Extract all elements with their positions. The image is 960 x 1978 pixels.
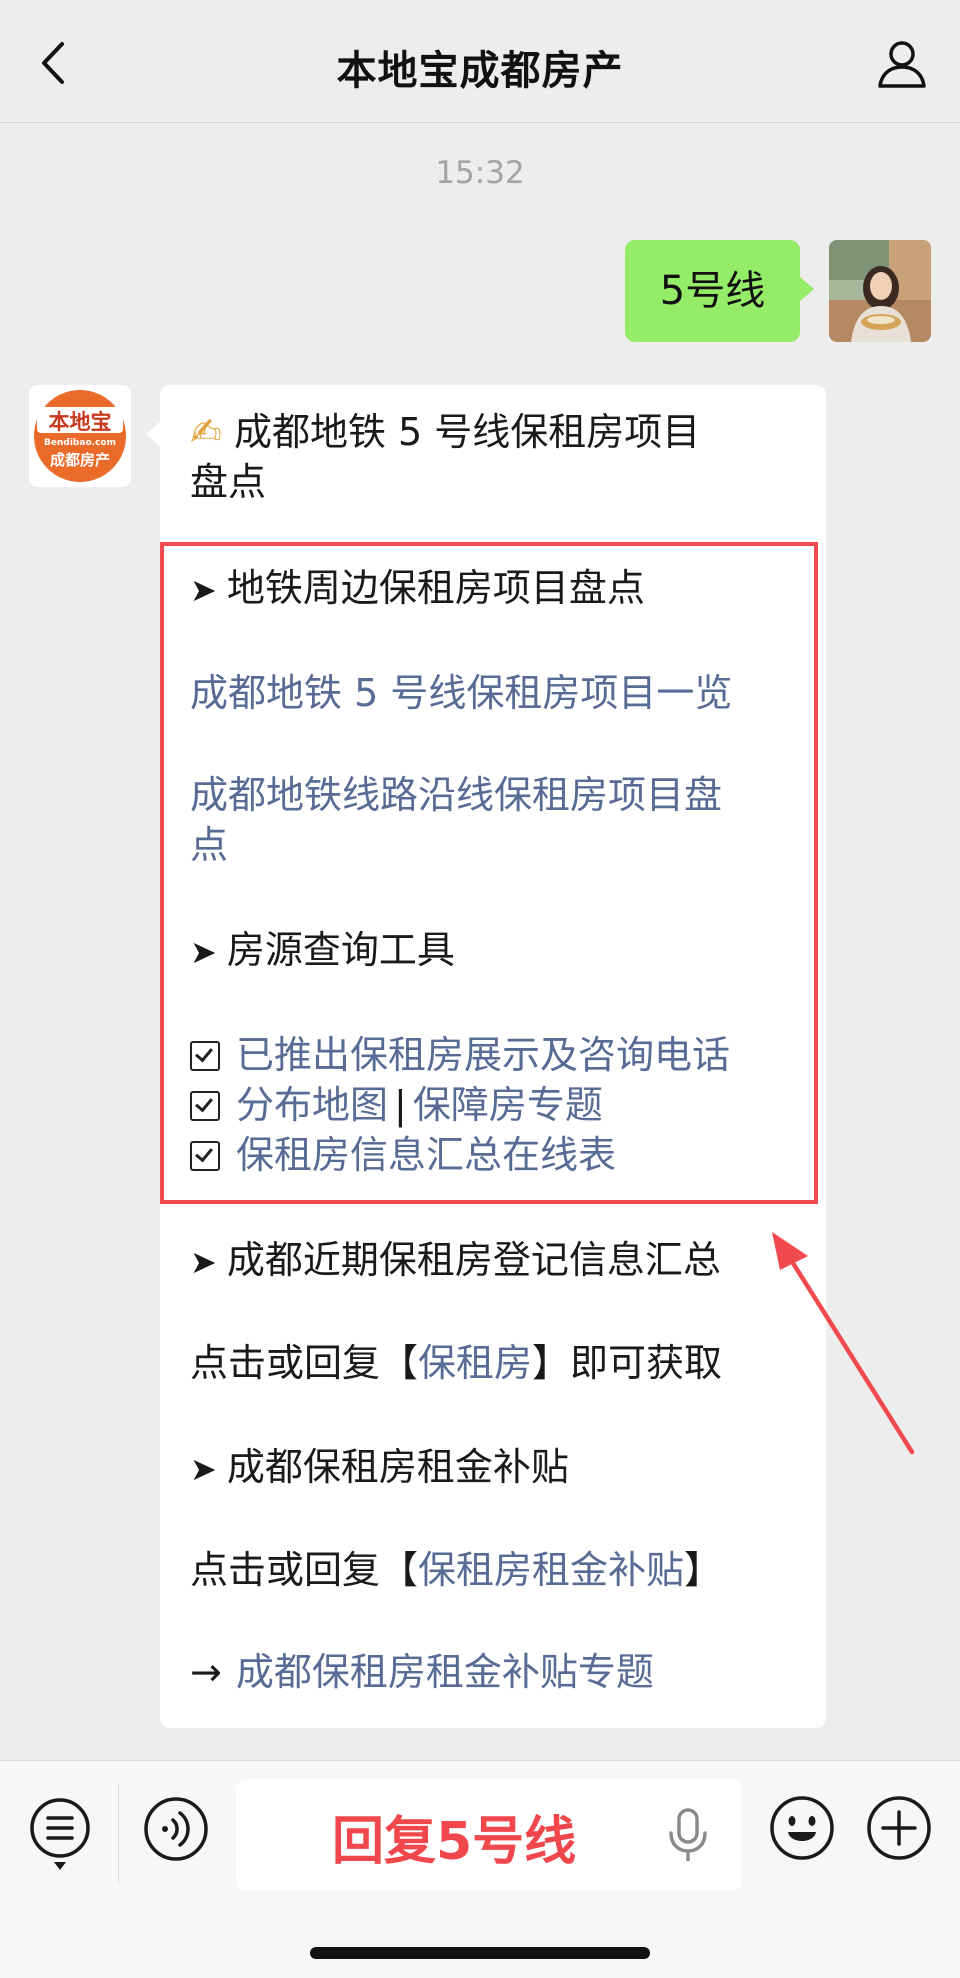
- home-indicator: [310, 1947, 650, 1959]
- message-title: ✍ 成都地铁 5 号线保租房项目: [190, 410, 701, 454]
- bullet-arrow-icon: ➤: [190, 1450, 217, 1488]
- link-housing-topic[interactable]: 保障房专题: [413, 1083, 603, 1127]
- checklist-item: 已推出保租房展示及咨询电话: [190, 1030, 806, 1080]
- link-metro-projects-cont[interactable]: 点: [190, 820, 806, 870]
- checklist-item: 保租房信息汇总在线表: [190, 1130, 806, 1180]
- bullet-arrow-icon: ➤: [190, 933, 217, 971]
- section-heading-subsidy: ➤ 成都保租房租金补贴: [190, 1445, 569, 1489]
- logo-bottom-text: 成都房产: [50, 451, 110, 469]
- checkbox-checked-icon: [190, 1141, 220, 1171]
- message-timestamp: 15:32: [435, 155, 525, 191]
- section-heading-nearby: ➤ 地铁周边保租房项目盘点: [190, 566, 645, 610]
- subsidy-topic-row: → 成都保租房租金补贴专题: [190, 1647, 806, 1697]
- chat-title: 本地宝成都房产: [336, 48, 624, 94]
- user-avatar[interactable]: [829, 240, 931, 342]
- link-line5-projects[interactable]: 成都地铁 5 号线保租房项目一览: [190, 668, 806, 718]
- list-menu-icon[interactable]: [26, 1794, 94, 1872]
- top-navigation-bar: 本地宝成都房产: [0, 0, 960, 123]
- link-keyword-subsidy[interactable]: 保租房租金补贴: [418, 1548, 684, 1592]
- microphone-icon[interactable]: [666, 1807, 710, 1865]
- plus-circle-icon[interactable]: [865, 1794, 933, 1862]
- checkbox-checked-icon: [190, 1041, 220, 1071]
- bendibao-logo-icon: 本地宝 Bendibao.com 成都房产: [29, 385, 131, 487]
- reply-instruction: 点击或回复【保租房租金补贴】: [190, 1548, 723, 1592]
- user-message-bubble[interactable]: 5号线: [625, 240, 814, 342]
- right-arrow-icon: →: [190, 1650, 222, 1694]
- user-photo-icon: [829, 240, 931, 342]
- link-keyword-rental[interactable]: 保租房: [418, 1341, 532, 1385]
- bullet-arrow-icon: ➤: [190, 571, 217, 609]
- annotation-arrow-icon: [772, 1232, 915, 1455]
- separator: |: [394, 1083, 407, 1127]
- checkbox-checked-icon: [190, 1091, 220, 1121]
- link-distribution-map[interactable]: 分布地图: [236, 1083, 388, 1127]
- link-metro-projects[interactable]: 成都地铁线路沿线保租房项目盘: [190, 770, 806, 820]
- message-input[interactable]: 回复5号线: [236, 1779, 742, 1891]
- logo-domain-text: Bendibao.com: [44, 438, 116, 448]
- voice-mode-icon[interactable]: [143, 1796, 209, 1862]
- reply-instruction: 点击或回复【保租房】即可获取: [190, 1341, 723, 1385]
- link-subsidy-topic[interactable]: 成都保租房租金补贴专题: [236, 1650, 654, 1694]
- link-rental-contact[interactable]: 已推出保租房展示及咨询电话: [236, 1033, 730, 1077]
- person-icon[interactable]: [874, 36, 930, 92]
- toolbar-divider: [118, 1783, 119, 1883]
- section-heading-registration: ➤ 成都近期保租房登记信息汇总: [190, 1238, 721, 1282]
- section-heading-tools: ➤ 房源查询工具: [190, 928, 455, 972]
- link-online-table[interactable]: 保租房信息汇总在线表: [236, 1133, 616, 1177]
- bullet-arrow-icon: ➤: [190, 1243, 217, 1281]
- logo-top-text: 本地宝: [49, 410, 112, 434]
- checklist-item: 分布地图 | 保障房专题: [190, 1080, 806, 1130]
- message-input-value: 回复5号线: [332, 1812, 577, 1872]
- bot-message-bubble: ✍ 成都地铁 5 号线保租房项目 盘点 ➤ 地铁周边保租房项目盘点 成都地铁 5 …: [146, 385, 826, 1728]
- official-account-avatar[interactable]: 本地宝 Bendibao.com 成都房产: [29, 385, 131, 487]
- emoji-smile-icon[interactable]: [768, 1794, 836, 1862]
- message-title-cont: 盘点: [190, 460, 267, 504]
- input-toolbar: 回复5号线: [0, 1760, 960, 1978]
- writing-hand-icon: ✍: [190, 410, 222, 454]
